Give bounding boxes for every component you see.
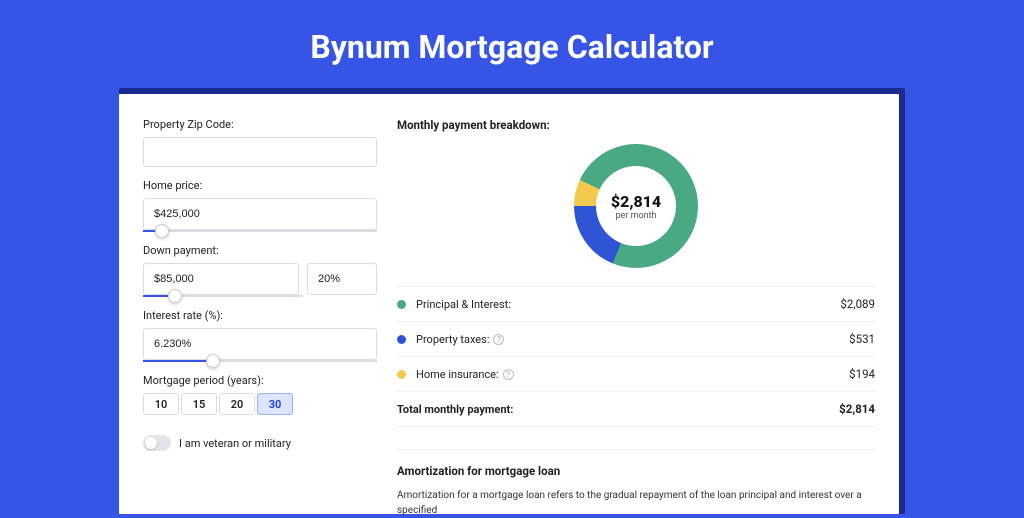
down-payment-label: Down payment:	[143, 244, 377, 257]
amortization-text: Amortization for a mortgage loan refers …	[397, 488, 875, 518]
interest-rate-field: Interest rate (%):	[143, 309, 377, 362]
card-shadow: Property Zip Code: Home price: Down paym…	[119, 88, 905, 514]
legend-dot	[397, 335, 406, 344]
zip-label: Property Zip Code:	[143, 118, 377, 131]
legend-row: Home insurance:?$194	[397, 357, 875, 392]
home-price-field: Home price:	[143, 179, 377, 232]
legend-dot	[397, 370, 406, 379]
period-tab-20[interactable]: 20	[219, 393, 255, 415]
breakdown-panel: Monthly payment breakdown: $2,814 per mo…	[389, 94, 899, 514]
legend-dot	[397, 300, 406, 309]
interest-rate-slider[interactable]	[143, 360, 377, 362]
legend-row: Principal & Interest: $2,089	[397, 287, 875, 322]
slider-thumb[interactable]	[168, 289, 182, 303]
donut-amount: $2,814	[611, 192, 661, 211]
period-tab-10[interactable]: 10	[143, 393, 179, 415]
period-tabs: 10152030	[143, 393, 377, 415]
help-icon[interactable]: ?	[493, 334, 504, 345]
legend-total-row: Total monthly payment:$2,814	[397, 392, 875, 427]
slider-thumb[interactable]	[206, 354, 220, 368]
mortgage-period-label: Mortgage period (years):	[143, 374, 377, 387]
legend: Principal & Interest: $2,089 Property taxe…	[397, 286, 875, 427]
form-panel: Property Zip Code: Home price: Down paym…	[119, 94, 389, 514]
legend-label: Property taxes:?	[416, 333, 849, 346]
amortization-section: Amortization for mortgage loan Amortizat…	[397, 449, 875, 518]
legend-label-text: Home insurance:	[416, 368, 499, 381]
legend-value: $2,089	[840, 297, 875, 311]
veteran-toggle[interactable]	[143, 435, 171, 451]
donut-chart-wrap: $2,814 per month	[397, 144, 875, 268]
down-payment-input[interactable]	[143, 263, 299, 295]
slider-thumb[interactable]	[155, 224, 169, 238]
veteran-row: I am veteran or military	[143, 435, 377, 451]
legend-label-text: Principal & Interest:	[416, 298, 511, 311]
legend-value: $531	[849, 332, 875, 346]
legend-total-value: $2,814	[839, 402, 875, 416]
home-price-label: Home price:	[143, 179, 377, 192]
zip-field: Property Zip Code:	[143, 118, 377, 167]
zip-input[interactable]	[143, 137, 377, 167]
legend-label: Principal & Interest:	[416, 298, 840, 311]
legend-label: Home insurance:?	[416, 368, 849, 381]
help-icon[interactable]: ?	[503, 369, 514, 380]
mortgage-period-field: Mortgage period (years): 10152030	[143, 374, 377, 415]
interest-rate-label: Interest rate (%):	[143, 309, 377, 322]
period-tab-15[interactable]: 15	[181, 393, 217, 415]
veteran-label: I am veteran or military	[179, 437, 291, 450]
legend-total-label: Total monthly payment:	[397, 403, 839, 416]
donut-center: $2,814 per month	[596, 166, 676, 246]
breakdown-title: Monthly payment breakdown:	[397, 118, 875, 132]
home-price-slider[interactable]	[143, 230, 377, 232]
interest-rate-input[interactable]	[143, 328, 377, 360]
page-title: Bynum Mortgage Calculator	[0, 0, 1024, 88]
legend-row: Property taxes:?$531	[397, 322, 875, 357]
amortization-title: Amortization for mortgage loan	[397, 464, 875, 478]
period-tab-30[interactable]: 30	[257, 393, 293, 415]
legend-value: $194	[849, 367, 875, 381]
legend-label-text: Property taxes:	[416, 333, 489, 346]
donut-chart: $2,814 per month	[574, 144, 698, 268]
home-price-input[interactable]	[143, 198, 377, 230]
donut-sub: per month	[615, 211, 656, 221]
calculator-card: Property Zip Code: Home price: Down paym…	[119, 94, 899, 514]
down-payment-slider[interactable]	[143, 295, 303, 297]
down-payment-pct-input[interactable]	[307, 263, 377, 295]
down-payment-field: Down payment:	[143, 244, 377, 297]
